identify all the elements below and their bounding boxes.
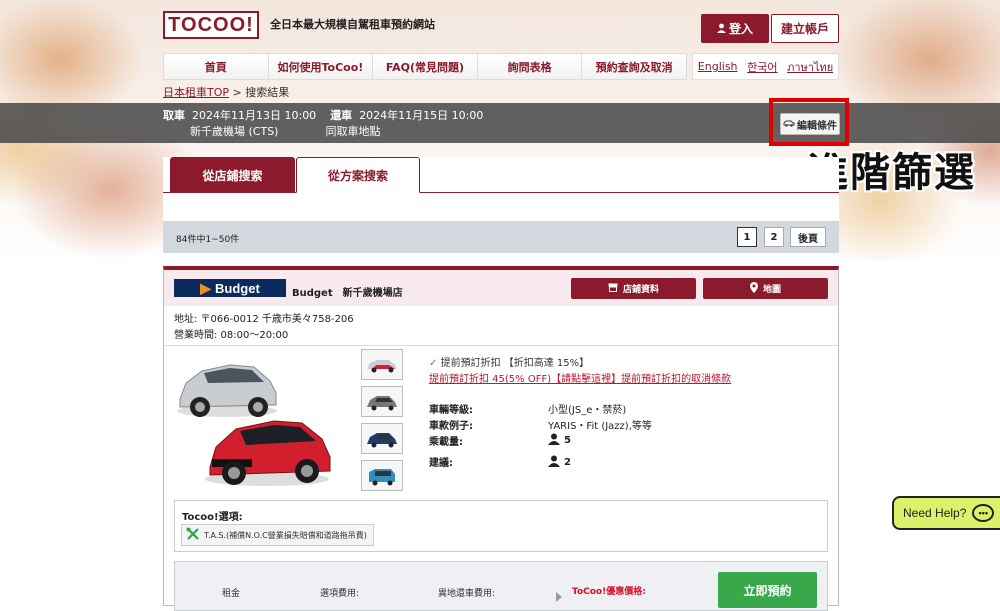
reserve-now-button[interactable]: 立即預約	[718, 572, 817, 608]
edit-conditions-button[interactable]: 編輯條件	[780, 113, 840, 135]
site-tagline: 全日本最大規模自駕租車預約網站	[270, 18, 435, 31]
car-thumbnail[interactable]	[361, 423, 403, 454]
need-help-label: Need Help?	[903, 506, 967, 520]
lang-english[interactable]: English	[698, 60, 738, 73]
brand-name: Budget	[215, 280, 260, 296]
map-button[interactable]: 地圖	[703, 278, 828, 299]
results-pager: 84件中1~50件 1 2 後頁	[163, 221, 839, 253]
need-help-button[interactable]: Need Help? •••	[892, 496, 1000, 530]
car-thumbnails	[361, 349, 403, 497]
recommended-value: 2	[564, 457, 571, 468]
tocoo-logo[interactable]: TOCOO!	[163, 11, 259, 39]
edit-conditions-label: 編輯條件	[797, 120, 837, 132]
rent-label: 租金	[222, 589, 241, 599]
search-conditions-bar: 取車 2024年11月13日 10:00 還車 2024年11月15日 10:0…	[0, 103, 1000, 143]
shop-info-label: 店鋪資料	[622, 285, 659, 295]
pickup-datetime: 2024年11月13日 10:00	[192, 109, 317, 122]
next-page-button[interactable]: 後頁	[790, 227, 826, 247]
chat-bubble-icon: •••	[972, 504, 995, 522]
car-icon	[783, 119, 795, 130]
promo-title: 提前預訂折扣 【折扣高達 15%】	[440, 358, 590, 369]
tab-search-by-plan[interactable]: 從方案搜索	[296, 157, 420, 193]
lang-thai[interactable]: ภาษาไทย	[787, 58, 833, 76]
shop-address: 地址: 〒066-0012 千歳市美々758-206	[174, 314, 354, 325]
promo-link[interactable]: 提前預訂折扣 45(5% OFF)【請點擊這裡】提前預訂折扣的取消條款	[429, 370, 731, 385]
early-booking-promo: ✓ 提前預訂折扣 【折扣高達 15%】	[429, 354, 589, 369]
spec-capacity: 5	[548, 433, 571, 448]
spec-capacity-label: 乘載量:	[429, 437, 463, 448]
tools-icon	[186, 527, 200, 543]
option-tas-tag[interactable]: T.A.S.(補償N.O.C營業損失賠償和道路拖吊費)	[181, 524, 374, 546]
arrow-right-icon	[556, 592, 562, 602]
spec-model-value: YARIS・Fit (Jazz),等等	[548, 421, 652, 432]
check-icon: ✓	[429, 358, 438, 369]
shop-hours: 營業時間: 08:00〜20:00	[174, 330, 289, 341]
car-main-image[interactable]	[172, 349, 352, 489]
budget-arrow-icon: ▶	[200, 279, 211, 296]
map-label: 地圖	[762, 285, 781, 295]
nav-faq[interactable]: FAQ(常見問題)	[373, 54, 478, 79]
option-tas-label: T.A.S.(補償N.O.C營業損失賠償和道路拖吊費)	[204, 530, 367, 540]
car-thumbnail[interactable]	[361, 349, 403, 380]
spec-model-label: 車款例子:	[429, 421, 473, 432]
nav-how-to-use[interactable]: 如何使用ToCoo!	[268, 54, 374, 79]
car-thumbnail[interactable]	[361, 460, 403, 491]
tocoo-price-label: ToCoo!優惠價格:	[572, 587, 646, 597]
tab-search-by-shop[interactable]: 從店鋪搜索	[170, 157, 295, 193]
breadcrumb-current: 搜索結果	[245, 86, 290, 99]
page-1-button[interactable]: 1	[737, 227, 757, 247]
page-2-button[interactable]: 2	[764, 227, 784, 247]
person-icon	[548, 433, 560, 448]
shop-name: Budget 新千歲機場店	[292, 288, 403, 299]
spec-class-value: 小型(JS_e・禁菸)	[548, 405, 627, 416]
nav-home[interactable]: 首頁	[164, 54, 269, 79]
return-label: 還車	[330, 109, 353, 122]
language-switcher: English 한국어 ภาษาไทย	[692, 53, 839, 80]
nav-inquiry[interactable]: 詢問表格	[477, 54, 583, 79]
spec-class-label: 車輛等級:	[429, 405, 473, 416]
user-icon	[716, 22, 726, 36]
lang-korean[interactable]: 한국어	[747, 59, 777, 75]
login-button[interactable]: 登入	[701, 14, 769, 43]
spec-recommended-label: 建議:	[429, 458, 453, 469]
breadcrumb: 日本租車TOP > 搜索結果	[163, 84, 289, 100]
options-title: Tocoo!選項:	[182, 512, 243, 523]
return-place: 同取車地點	[325, 125, 381, 138]
capacity-value: 5	[564, 435, 571, 446]
pickup-place: 新千歲機場 (CTS)	[190, 125, 279, 138]
nav-booking-lookup[interactable]: 預約查詢及取消	[582, 54, 686, 79]
budget-logo: ▶ Budget	[174, 279, 286, 297]
dropoff-fee-label: 異地還車費用:	[438, 589, 496, 599]
register-button[interactable]: 建立帳戶	[771, 14, 839, 43]
pickup-label: 取車	[163, 109, 185, 122]
shop-icon	[608, 283, 618, 295]
results-count: 84件中1~50件	[176, 235, 240, 245]
return-datetime: 2024年11月15日 10:00	[359, 109, 484, 122]
spec-recommended: 2	[548, 455, 571, 470]
shop-info-button[interactable]: 店鋪資料	[571, 278, 696, 299]
card-divider	[164, 345, 838, 346]
breadcrumb-home[interactable]: 日本租車TOP	[163, 86, 229, 99]
option-fee-label: 選項費用:	[320, 589, 360, 599]
car-thumbnail[interactable]	[361, 386, 403, 417]
main-nav: 首頁 如何使用ToCoo! FAQ(常見問題) 詢問表格 預約查詢及取消	[163, 53, 687, 80]
login-label: 登入	[728, 22, 753, 36]
breadcrumb-separator: >	[232, 86, 242, 99]
person-icon	[548, 455, 560, 470]
map-pin-icon	[749, 281, 758, 296]
